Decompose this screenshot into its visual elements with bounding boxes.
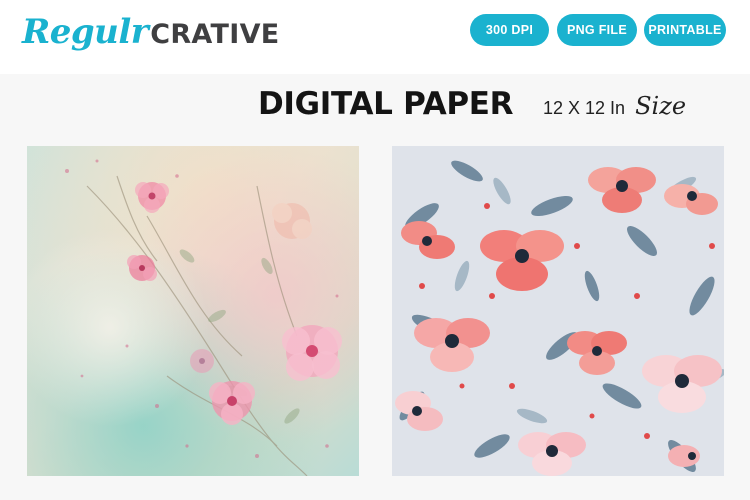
brand-logo[interactable]: Regulr CRATIVE (22, 12, 280, 58)
watercolor-floral-image (27, 146, 359, 476)
badge-printable: PRINTABLE (644, 14, 726, 46)
size-dimensions: 12 X 12 In (543, 98, 626, 118)
paper-preview-watercolor (27, 146, 359, 476)
size-word: Size (635, 92, 687, 120)
coral-floral-image (392, 146, 724, 476)
badge-file-type: PNG FILE (557, 14, 637, 46)
brand-logo-bold: CRATIVE (150, 19, 280, 50)
product-title: DIGITAL PAPER (258, 86, 514, 122)
size-label: 12 X 12 In Size (543, 92, 686, 120)
paper-preview-coral-floral (392, 146, 724, 476)
brand-logo-script: Regulr (22, 12, 149, 52)
badge-dpi: 300 DPI (470, 14, 549, 46)
